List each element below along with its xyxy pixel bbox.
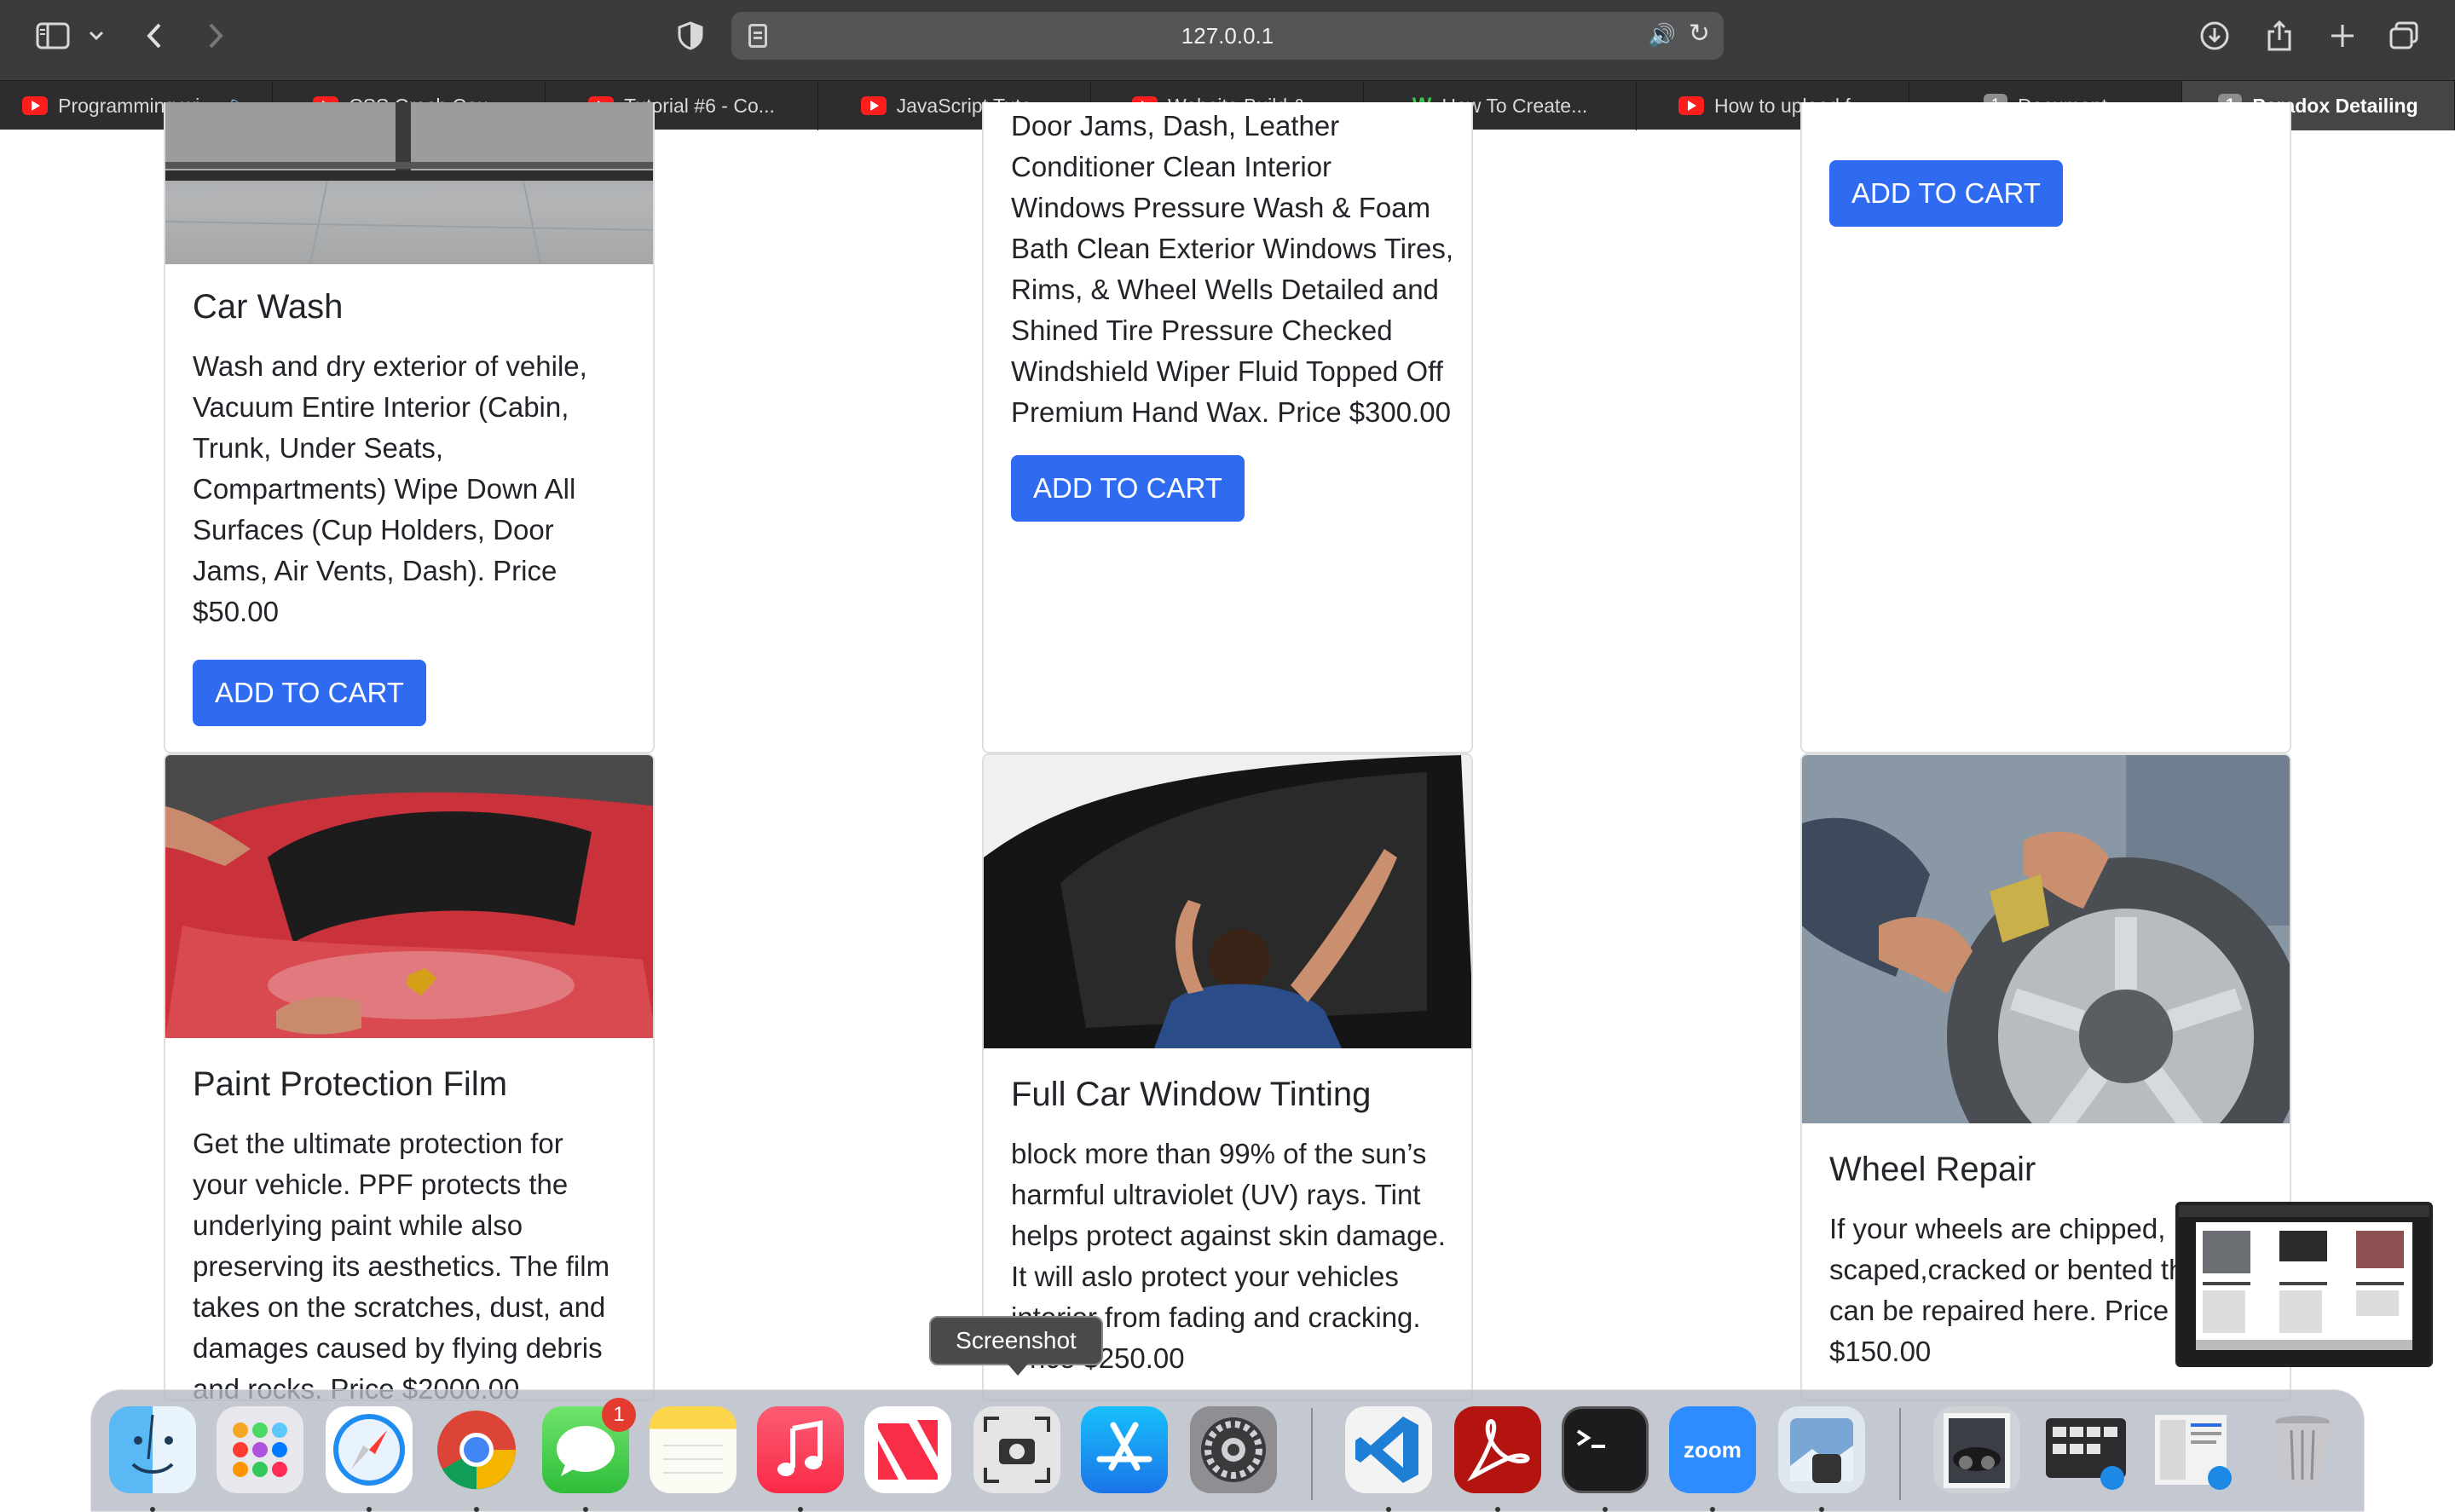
- back-icon[interactable]: [140, 17, 169, 55]
- card-title: Paint Protection Film: [193, 1065, 508, 1103]
- desc-line: Surfaces (Cup Holders, Door: [193, 514, 554, 545]
- add-to-cart-button[interactable]: ADD TO CART: [193, 660, 426, 726]
- tab-overview-icon[interactable]: [2387, 17, 2421, 55]
- card-description: Door Jams, Dash, Leather Conditioner Cle…: [1011, 106, 1471, 433]
- chrome-icon[interactable]: [433, 1406, 520, 1493]
- running-indicator: [1603, 1507, 1608, 1512]
- safari-icon[interactable]: [326, 1406, 413, 1493]
- desc-line: Rims, & Wheel Wells Detailed and: [1011, 274, 1439, 305]
- music-icon[interactable]: [757, 1406, 844, 1493]
- terminal-icon[interactable]: [1562, 1406, 1649, 1493]
- preview-icon[interactable]: [1778, 1406, 1865, 1493]
- vscode-icon[interactable]: [1345, 1406, 1432, 1493]
- wheel-repair-image: [1802, 755, 2290, 1215]
- acrobat-icon[interactable]: [1454, 1406, 1541, 1493]
- running-indicator: [367, 1507, 372, 1512]
- desc-line: takes on the scratches, dust, and: [193, 1291, 606, 1323]
- desc-line: your vehicle. PPF protects the: [193, 1169, 569, 1200]
- dock-tooltip: Screenshot: [929, 1316, 1103, 1376]
- desc-line: Vacuum Entire Interior (Cabin,: [193, 391, 569, 423]
- service-card-ppf: Paint Protection Film Get the ultimate p…: [164, 753, 655, 1401]
- desc-line: block more than 99% of the sun’s: [1011, 1138, 1427, 1169]
- chevron-down-icon[interactable]: [85, 17, 107, 55]
- youtube-icon: [22, 96, 49, 115]
- desc-line: Jams, Air Vents, Dash). Price: [193, 555, 557, 586]
- running-indicator: [1386, 1507, 1391, 1512]
- forward-icon[interactable]: [201, 17, 230, 55]
- zoom-label: zoom: [1684, 1436, 1742, 1463]
- running-indicator: [150, 1507, 155, 1512]
- car-wash-image: [165, 102, 653, 265]
- service-card-car-wash: Car Wash Wash and dry exterior of vehile…: [164, 102, 655, 753]
- notification-badge: 1: [602, 1398, 636, 1432]
- finder-icon[interactable]: [109, 1406, 196, 1493]
- news-icon[interactable]: [864, 1406, 951, 1493]
- desc-line: damages caused by flying debris: [193, 1332, 603, 1364]
- service-card-full-detail: Door Jams, Dash, Leather Conditioner Cle…: [982, 102, 1473, 753]
- card-title: Car Wash: [193, 288, 344, 326]
- trash-icon[interactable]: [2259, 1406, 2346, 1493]
- sidebar-toggle-icon[interactable]: [34, 17, 72, 55]
- new-tab-icon[interactable]: [2325, 17, 2360, 55]
- browser-toolbar: 127.0.0.1 🔊 ↻: [0, 0, 2455, 80]
- add-to-cart-button[interactable]: ADD TO CART: [1011, 455, 1245, 522]
- app-store-icon[interactable]: [1081, 1406, 1168, 1493]
- downloads-stack-icon[interactable]: [2042, 1406, 2129, 1493]
- card-title: Wheel Repair: [1829, 1151, 2036, 1188]
- screenshot-icon[interactable]: [973, 1406, 1060, 1493]
- notes-icon[interactable]: [650, 1406, 736, 1493]
- desc-line: helps protect against skin damage.: [1011, 1220, 1446, 1251]
- desc-line: underlying paint while also: [193, 1209, 523, 1241]
- service-card-window-tinting: Full Car Window Tinting block more than …: [982, 753, 1473, 1401]
- card-title: Full Car Window Tinting: [1011, 1076, 1372, 1113]
- desc-line: Trunk, Under Seats,: [193, 432, 444, 464]
- dock-separator: [1311, 1408, 1313, 1500]
- messages-icon[interactable]: 1: [542, 1398, 636, 1493]
- share-icon[interactable]: [2262, 17, 2296, 55]
- desc-line: preserving its aesthetics. The film: [193, 1250, 610, 1282]
- desc-line: harmful ultraviolet (UV) rays. Tint: [1011, 1179, 1421, 1210]
- speaker-icon[interactable]: 🔊: [1649, 22, 1676, 49]
- add-to-cart-button[interactable]: ADD TO CART: [1829, 160, 2063, 227]
- running-indicator: [798, 1507, 803, 1512]
- desc-line: Conditioner Clean Interior: [1011, 151, 1332, 182]
- running-indicator: [1495, 1507, 1500, 1512]
- window-tinting-image: [984, 755, 1471, 1048]
- running-indicator: [1710, 1507, 1715, 1512]
- service-card-top-right: ADD TO CART: [1800, 102, 2291, 753]
- running-indicator: [1819, 1507, 1824, 1512]
- ppf-image: [165, 755, 653, 1038]
- youtube-icon: [1678, 96, 1704, 115]
- desc-line: Shined Tire Pressure Checked: [1011, 315, 1393, 346]
- desc-line: Get the ultimate protection for: [193, 1128, 563, 1159]
- launchpad-icon[interactable]: [217, 1406, 303, 1493]
- desc-line: Compartments) Wipe Down All: [193, 473, 576, 505]
- address-text: 127.0.0.1: [1181, 22, 1274, 49]
- photo-stack-icon[interactable]: [1933, 1406, 2020, 1493]
- desc-line: Wash and dry exterior of vehile,: [193, 350, 587, 382]
- card-description: Get the ultimate protection for your veh…: [193, 1123, 627, 1399]
- desc-line: $50.00: [193, 596, 279, 627]
- card-description: Wash and dry exterior of vehile, Vacuum …: [193, 346, 627, 632]
- youtube-icon: [860, 96, 887, 115]
- desc-line: Door Jams, Dash, Leather: [1011, 110, 1340, 141]
- documents-stack-icon[interactable]: [2150, 1406, 2237, 1493]
- desc-line: Bath Clean Exterior Windows Tires,: [1011, 233, 1454, 264]
- privacy-shield-icon[interactable]: [675, 17, 706, 55]
- desc-line: It will aslo protect your vehicles: [1011, 1261, 1399, 1292]
- screenshot-thumbnail[interactable]: [2175, 1202, 2433, 1367]
- dock-separator: [1899, 1408, 1901, 1500]
- reload-icon[interactable]: ↻: [1689, 19, 1710, 49]
- desc-line: Windshield Wiper Fluid Topped Off: [1011, 355, 1443, 387]
- reader-icon[interactable]: [748, 24, 767, 48]
- system-settings-icon[interactable]: [1190, 1406, 1277, 1493]
- zoom-icon[interactable]: zoom: [1669, 1406, 1756, 1493]
- download-icon[interactable]: [2198, 17, 2232, 55]
- running-indicator: [583, 1507, 588, 1512]
- desc-line: Windows Pressure Wash & Foam: [1011, 192, 1431, 223]
- address-bar[interactable]: 127.0.0.1 🔊 ↻: [731, 12, 1724, 60]
- running-indicator: [474, 1507, 479, 1512]
- desc-line: Premium Hand Wax. Price $300.00: [1011, 396, 1451, 428]
